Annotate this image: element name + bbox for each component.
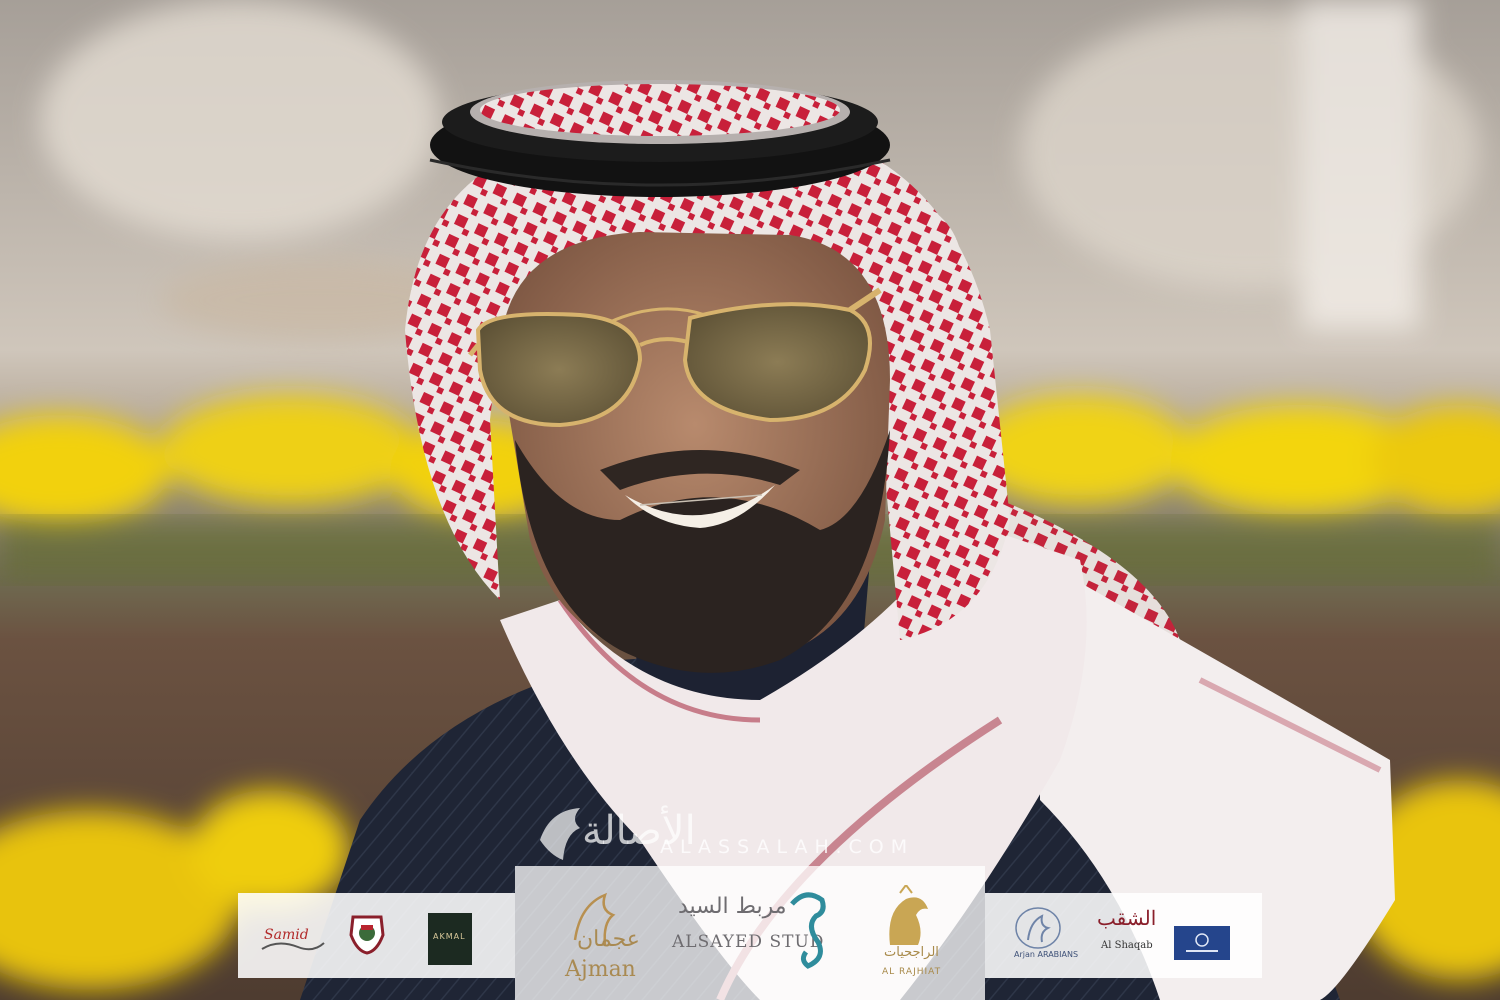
sponsor-logo-al-shaqab: الشقب Al Shaqab: [1093, 906, 1157, 970]
samid-swirl-icon: [261, 942, 325, 951]
sponsor-arabic: مربط السيد: [678, 894, 787, 919]
sponsor-name: Arjan ARABIANS: [1014, 950, 1079, 959]
sponsor-name: Ajman: [565, 957, 636, 982]
rajhiat-horse-icon: [889, 885, 928, 945]
arjan-horse-icon: [1015, 907, 1061, 949]
watermark-site-text: ALASSALAH.COM: [660, 836, 915, 858]
seahorse-icon: [790, 892, 826, 969]
sponsor-name: AKMAL: [433, 932, 466, 941]
sponsor-arabic: عجمان: [577, 927, 640, 952]
blue-emblem-icon: [1186, 933, 1218, 952]
crest-icon: [349, 915, 385, 955]
sponsor-logo-ajman: عجمان Ajman: [555, 885, 645, 993]
sponsor-name: AL RAJHIAT: [882, 967, 942, 977]
sponsor-logo-al-rajhiat: الراجحيات AL RAJHIAT: [872, 885, 942, 990]
sponsor-name: Al Shaqab: [1101, 940, 1153, 951]
sponsor-logo-samid: Samid: [258, 925, 328, 959]
sponsor-logo-arjan: Arjan ARABIANS: [1012, 906, 1078, 968]
sponsor-arabic: الراجحيات: [884, 945, 939, 960]
sponsor-logo-crest: [347, 913, 387, 955]
sponsor-logo-akmal: AKMAL: [428, 913, 472, 965]
sponsor-arabic: الشقب: [1097, 906, 1157, 930]
sponsor-logo-blue: [1174, 926, 1230, 960]
